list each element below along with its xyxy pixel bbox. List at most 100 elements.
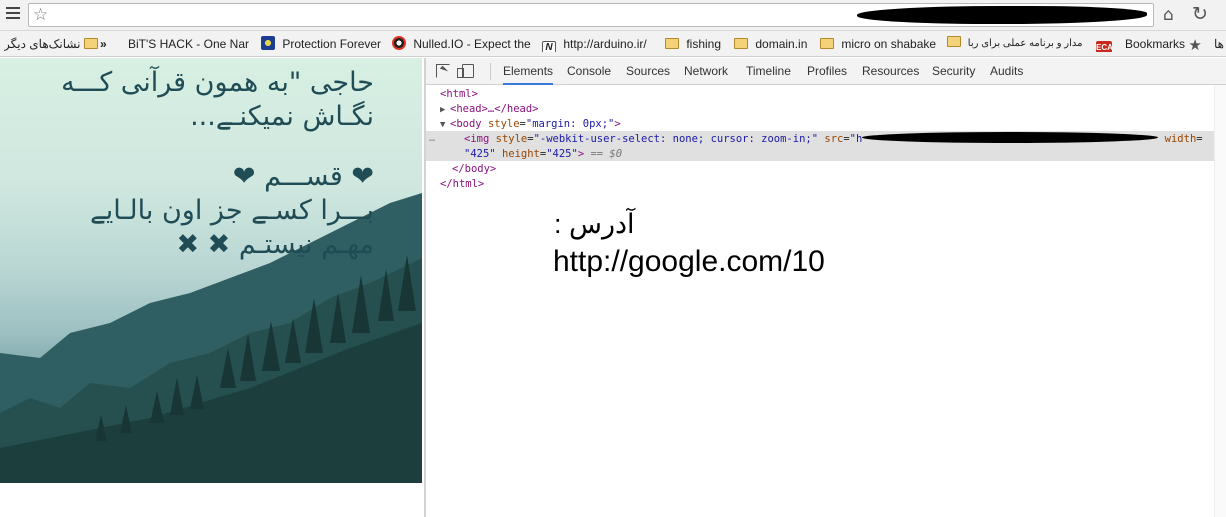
home-icon[interactable]: ⌂: [1163, 5, 1174, 25]
bookmark-label: http://arduino.ir/: [563, 37, 647, 51]
devtools-scrollbar[interactable]: [1214, 85, 1226, 517]
equals-sign: =: [1196, 133, 1203, 145]
dom-img-line2[interactable]: "425" height="425"> == $0: [464, 147, 622, 162]
dom-body-close[interactable]: </body>: [452, 162, 496, 177]
attr-name: style: [495, 133, 528, 145]
browser-window: ☆ ⌂ ↻ نشانک‌های دیگر » BiT'S HACK - One …: [0, 0, 1226, 517]
nulled-icon: [392, 36, 406, 50]
tab-console[interactable]: Console: [567, 58, 611, 85]
poem-line: مهـم نیستـم ✖ ✖: [176, 229, 374, 260]
bookmark-label: Nulled.IO - Expect the: [413, 37, 531, 51]
dom-html-open[interactable]: <html>: [440, 87, 478, 102]
bookmark-ha[interactable]: ها: [1214, 36, 1224, 52]
tab-profiles[interactable]: Profiles: [807, 58, 847, 85]
bookmark-label: micro on shabake: [841, 37, 937, 51]
bookmarks-overflow-button[interactable]: »: [100, 36, 107, 52]
tab-resources[interactable]: Resources: [862, 58, 919, 85]
tag-text: <body: [450, 118, 482, 130]
attr-name: src: [824, 133, 844, 145]
poem-text: حاجی "به همون قرآنی کـــه نگـاش نمیکنـے.…: [0, 66, 374, 262]
inspect-element-icon[interactable]: [436, 64, 450, 78]
attr-value: "-webkit-user-select: none; cursor: zoom…: [533, 133, 819, 145]
star-icon[interactable]: ☆: [33, 5, 48, 25]
ellipsis-icon: …: [429, 133, 436, 144]
star-icon: ★: [1188, 37, 1202, 53]
devtools-tabbar: Elements Console Sources Network Timelin…: [426, 58, 1226, 85]
shield-icon: [261, 36, 275, 50]
redacted-src: [862, 132, 1159, 143]
tag-text: <html>: [440, 88, 478, 100]
bookmark-label: نشانک‌های دیگر: [4, 37, 81, 51]
folder-icon: [83, 38, 98, 49]
redacted-url: [857, 6, 1147, 24]
attr-value: "margin: 0px;": [525, 118, 615, 130]
bookmark-label: fishing: [686, 37, 722, 51]
page-background: [0, 483, 422, 517]
bookmark-protection-forever[interactable]: Protection Forever: [261, 36, 381, 52]
poem-line: نگـاش نمیکنـے...: [190, 101, 374, 132]
dom-head[interactable]: ▶ <head>…</head>: [440, 102, 539, 118]
bookmark-madar[interactable]: مدار و برنامه عملی برای ربا: [947, 36, 1093, 52]
tag-text: </html>: [440, 178, 485, 190]
tag-text: <img: [464, 133, 490, 145]
dom-img-line1[interactable]: <img style = "-webkit-user-select: none; c…: [464, 132, 1203, 147]
poem-line: [0, 134, 374, 160]
tab-network[interactable]: Network: [684, 58, 728, 85]
poem-line: حاجی "به همون قرآنی کـــه: [61, 67, 374, 98]
bookmark-fishing[interactable]: fishing: [665, 36, 721, 52]
attr-name: height: [501, 148, 540, 160]
folder-icon: [665, 38, 679, 49]
address-bar[interactable]: ☆: [28, 3, 1154, 27]
eca-label: ECA: [1096, 41, 1113, 52]
bookmarks-bar: نشانک‌های دیگر » BiT'S HACK - One Nar Pr…: [0, 31, 1226, 57]
dom-html-close[interactable]: </html>: [440, 177, 484, 192]
eca-icon[interactable]: ECA: [1096, 36, 1116, 52]
tab-elements[interactable]: Elements: [503, 58, 554, 85]
bitshack-icon: [120, 36, 124, 50]
bookmark-label: مدار و برنامه عملی برای ربا: [967, 38, 1083, 49]
attr-value: "h: [849, 133, 863, 145]
attr-value: "425": [464, 148, 496, 160]
bookmark-label: Protection Forever: [282, 37, 382, 51]
attr-name: width: [1164, 133, 1197, 145]
dom-body-open[interactable]: ▼ <body style="margin: 0px;">: [440, 117, 621, 133]
selected-node-marker: == $0: [590, 148, 623, 160]
bookmark-bitshack[interactable]: BiT'S HACK - One Nar: [120, 36, 258, 52]
folder-icon: [820, 38, 834, 49]
attr-name: style: [487, 118, 520, 130]
bookmark-other-folder[interactable]: نشانک‌های دیگر: [4, 36, 102, 52]
tab-audits[interactable]: Audits: [990, 58, 1023, 85]
tag-close: >: [614, 118, 621, 130]
expand-triangle-icon[interactable]: ▶: [440, 103, 450, 118]
folder-icon: [734, 38, 748, 49]
toolbar-divider: [490, 63, 491, 80]
tag-close: >: [577, 148, 585, 160]
bookmarks-folder[interactable]: Bookmarks ★: [1125, 36, 1202, 52]
arduino-icon: N: [542, 41, 556, 52]
bookmark-domain[interactable]: domain.in: [734, 36, 807, 52]
bookmark-label: BiT'S HACK - One Nar: [128, 37, 249, 51]
tag-text: </body>: [452, 163, 497, 175]
page-image[interactable]: حاجی "به همون قرآنی کـــه نگـاش نمیکنـے.…: [0, 58, 422, 483]
bookmark-label: Bookmarks: [1125, 37, 1186, 51]
address-url-annotation: http://google.com/10: [553, 245, 825, 278]
poem-line: ❤ قســـم ❤: [232, 161, 374, 192]
hamburger-icon[interactable]: [6, 7, 20, 23]
bookmark-label: domain.in: [755, 37, 808, 51]
reload-icon[interactable]: ↻: [1192, 4, 1208, 24]
tab-sources[interactable]: Sources: [626, 58, 670, 85]
poem-line: بـــرا کسـے جز اون بالـایے: [89, 195, 374, 226]
device-mode-icon[interactable]: [457, 64, 474, 78]
tab-timeline[interactable]: Timeline: [746, 58, 791, 85]
bookmark-arduino[interactable]: N http://arduino.ir/: [542, 36, 647, 52]
bookmark-label: ها: [1214, 37, 1224, 51]
bookmark-micro[interactable]: micro on shabake: [820, 36, 936, 52]
tab-security[interactable]: Security: [932, 58, 975, 85]
folder-icon: [947, 36, 961, 47]
tag-text: <head>…</head>: [450, 103, 539, 115]
browser-toolbar: ☆ ⌂ ↻: [0, 0, 1226, 31]
bookmark-nulled[interactable]: Nulled.IO - Expect the: [392, 36, 536, 52]
collapse-triangle-icon[interactable]: ▼: [440, 118, 450, 133]
devtools-panel: Elements Console Sources Network Timelin…: [426, 58, 1226, 517]
attr-value: "425": [546, 148, 578, 160]
